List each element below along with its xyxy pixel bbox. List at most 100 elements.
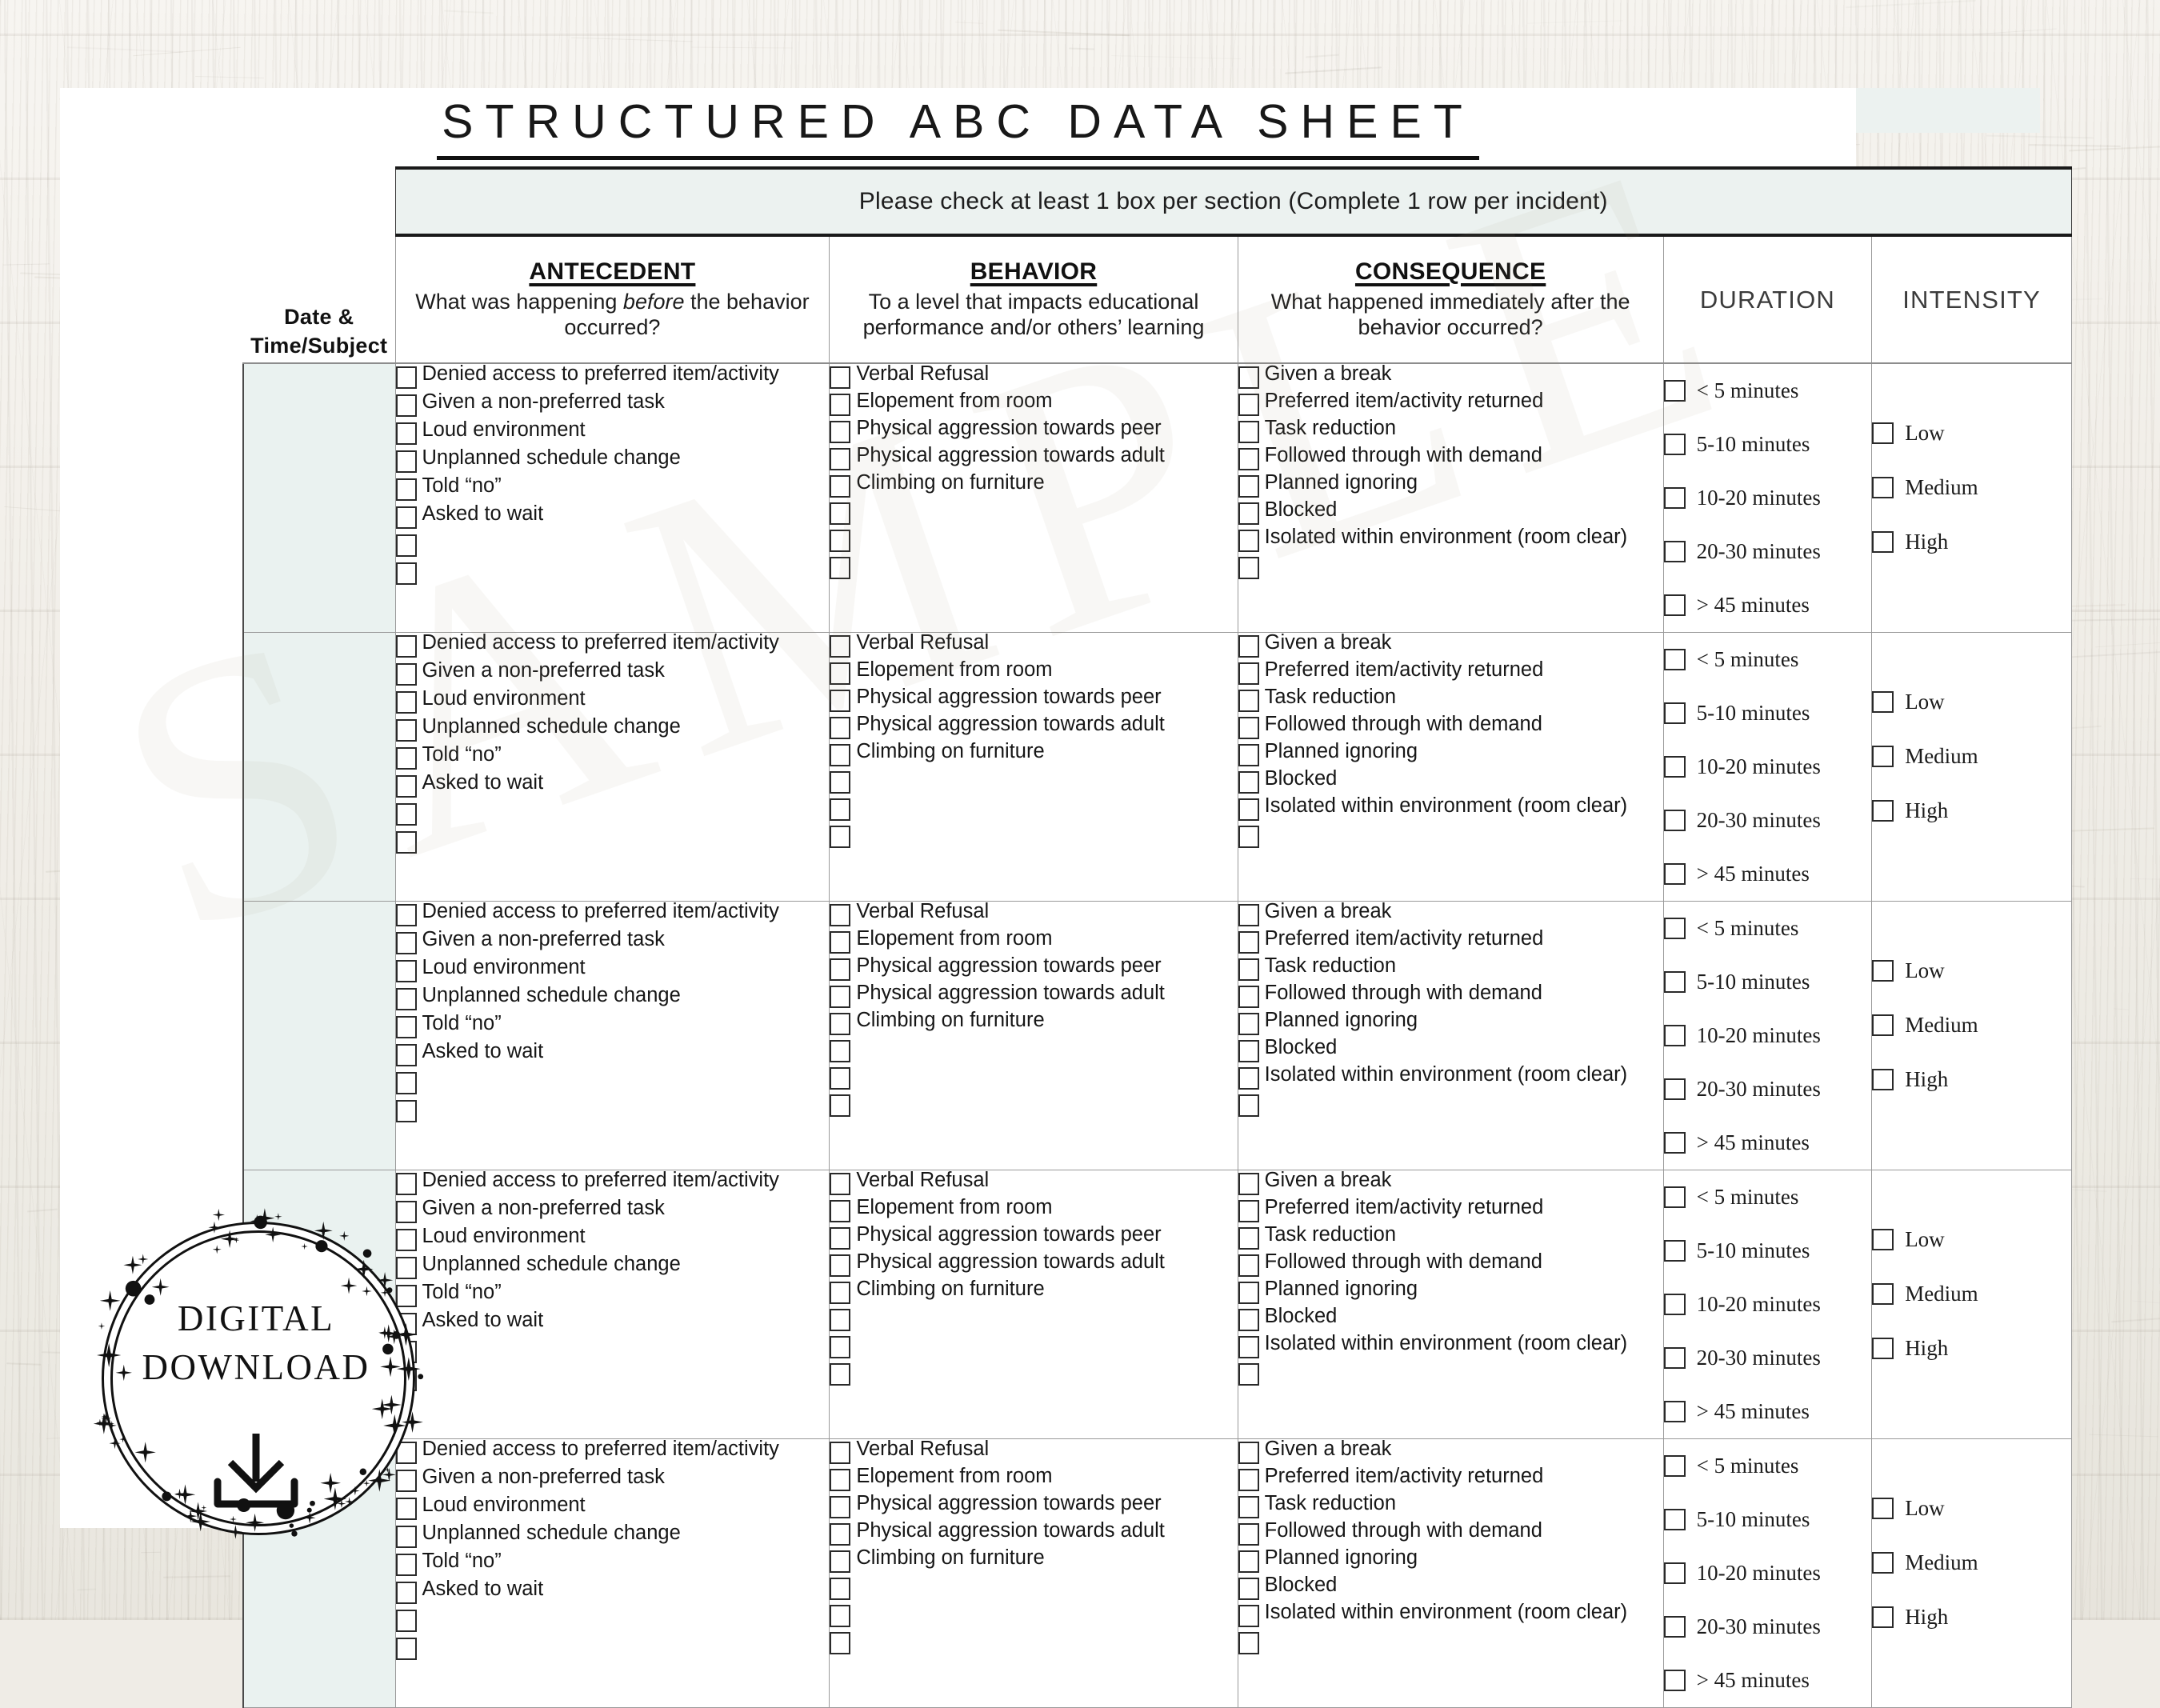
checkbox[interactable] — [395, 1610, 417, 1632]
antecedent-option[interactable]: Unplanned schedule change — [395, 447, 830, 476]
checkbox[interactable] — [830, 826, 851, 848]
checkbox[interactable] — [1663, 1078, 1686, 1100]
behavior-option[interactable] — [830, 1361, 1237, 1388]
antecedent-option[interactable]: Denied access to preferred item/activity — [395, 1438, 830, 1467]
behavior-option[interactable]: Elopement from room — [830, 1197, 1237, 1225]
consequence-option[interactable]: Isolated within environment (room clear) — [1238, 1602, 1663, 1630]
antecedent-option[interactable]: Unplanned schedule change — [395, 1522, 830, 1551]
intensity-option[interactable]: Low — [1872, 1212, 2071, 1266]
behavior-option[interactable] — [830, 796, 1237, 823]
antecedent-option[interactable] — [395, 829, 830, 857]
checkbox[interactable] — [1238, 448, 1259, 470]
checkbox[interactable] — [830, 394, 851, 416]
consequence-option[interactable] — [1238, 1361, 1663, 1388]
checkbox[interactable] — [395, 1369, 417, 1391]
consequence-option[interactable]: Followed through with demand — [1238, 714, 1663, 742]
checkbox[interactable] — [1238, 826, 1259, 848]
intensity-option[interactable]: High — [1872, 514, 2071, 569]
checkbox[interactable] — [1238, 1067, 1259, 1090]
duration-option[interactable]: 10-20 minutes — [1663, 740, 1872, 794]
consequence-option[interactable]: Planned ignoring — [1238, 741, 1663, 769]
checkbox[interactable] — [395, 1582, 417, 1604]
checkbox[interactable] — [830, 475, 851, 498]
intensity-option[interactable]: Low — [1872, 674, 2071, 729]
checkbox[interactable] — [830, 1469, 851, 1491]
checkbox[interactable] — [395, 1442, 417, 1464]
behavior-option[interactable]: Physical aggression towards adult — [830, 445, 1237, 473]
behavior-option[interactable]: Climbing on furniture — [830, 472, 1237, 500]
antecedent-option[interactable]: Given a non-preferred task — [395, 1466, 830, 1495]
duration-option[interactable]: 10-20 minutes — [1663, 1278, 1872, 1331]
antecedent-option[interactable]: Loud environment — [395, 957, 830, 986]
consequence-option[interactable]: Given a break — [1238, 363, 1663, 391]
checkbox[interactable] — [395, 775, 417, 798]
consequence-option[interactable]: Followed through with demand — [1238, 445, 1663, 473]
antecedent-option[interactable] — [395, 1366, 830, 1394]
checkbox[interactable] — [395, 635, 417, 658]
checkbox[interactable] — [395, 506, 417, 529]
checkbox[interactable] — [1238, 798, 1259, 821]
consequence-option[interactable]: Planned ignoring — [1238, 472, 1663, 500]
consequence-option[interactable] — [1238, 823, 1663, 850]
checkbox[interactable] — [1872, 799, 1894, 822]
checkbox[interactable] — [395, 562, 417, 585]
checkbox[interactable] — [395, 1257, 417, 1279]
checkbox[interactable] — [395, 534, 417, 557]
behavior-option[interactable] — [830, 1575, 1237, 1602]
checkbox[interactable] — [830, 1632, 851, 1654]
behavior-option[interactable] — [830, 500, 1237, 527]
behavior-option[interactable]: Physical aggression towards peer — [830, 1493, 1237, 1521]
checkbox[interactable] — [1238, 421, 1259, 443]
checkbox[interactable] — [1663, 1132, 1686, 1154]
behavior-option[interactable]: Climbing on furniture — [830, 1278, 1237, 1306]
checkbox[interactable] — [1872, 1606, 1894, 1628]
intensity-option[interactable]: High — [1872, 1590, 2071, 1644]
antecedent-option[interactable]: Told “no” — [395, 1550, 830, 1579]
checkbox[interactable] — [1238, 1363, 1259, 1386]
antecedent-option[interactable]: Unplanned schedule change — [395, 716, 830, 745]
checkbox[interactable] — [395, 1341, 417, 1363]
checkbox[interactable] — [830, 1442, 851, 1464]
checkbox[interactable] — [395, 904, 417, 926]
checkbox[interactable] — [1663, 810, 1686, 831]
duration-option[interactable]: 20-30 minutes — [1663, 1062, 1872, 1116]
antecedent-option[interactable]: Given a non-preferred task — [395, 660, 830, 689]
antecedent-option[interactable]: Unplanned schedule change — [395, 985, 830, 1014]
antecedent-option[interactable]: Asked to wait — [395, 1041, 830, 1070]
antecedent-option[interactable]: Denied access to preferred item/activity — [395, 363, 830, 392]
checkbox[interactable] — [830, 1040, 851, 1062]
duration-option[interactable]: 10-20 minutes — [1663, 471, 1872, 525]
consequence-option[interactable]: Preferred item/activity returned — [1238, 1466, 1663, 1494]
checkbox[interactable] — [1238, 717, 1259, 739]
checkbox[interactable] — [395, 366, 417, 389]
behavior-option[interactable] — [830, 1602, 1237, 1630]
date-time-entry-cell[interactable] — [242, 362, 396, 633]
consequence-option[interactable]: Isolated within environment (room clear) — [1238, 795, 1663, 823]
checkbox[interactable] — [395, 1554, 417, 1576]
checkbox[interactable] — [395, 1100, 417, 1122]
antecedent-option[interactable] — [395, 560, 830, 588]
behavior-option[interactable] — [830, 1334, 1237, 1361]
checkbox[interactable] — [1872, 476, 1894, 498]
checkbox[interactable] — [1238, 635, 1259, 658]
checkbox[interactable] — [830, 1200, 851, 1222]
checkbox[interactable] — [830, 931, 851, 954]
checkbox[interactable] — [830, 530, 851, 552]
behavior-option[interactable] — [830, 1065, 1237, 1092]
intensity-option[interactable]: Low — [1872, 943, 2071, 998]
duration-option[interactable]: > 45 minutes — [1663, 578, 1872, 632]
behavior-option[interactable]: Physical aggression towards peer — [830, 418, 1237, 446]
checkbox[interactable] — [395, 1498, 417, 1520]
antecedent-option[interactable]: Denied access to preferred item/activity — [395, 901, 830, 930]
checkbox[interactable] — [1238, 1523, 1259, 1546]
checkbox[interactable] — [1663, 971, 1686, 993]
checkbox[interactable] — [1663, 1025, 1686, 1046]
checkbox[interactable] — [830, 771, 851, 794]
checkbox[interactable] — [395, 478, 417, 501]
checkbox[interactable] — [1238, 1173, 1259, 1195]
consequence-option[interactable]: Blocked — [1238, 1037, 1663, 1065]
behavior-option[interactable] — [830, 823, 1237, 850]
date-time-entry-cell[interactable] — [242, 632, 396, 902]
checkbox[interactable] — [1238, 662, 1259, 685]
consequence-option[interactable]: Blocked — [1238, 1574, 1663, 1602]
